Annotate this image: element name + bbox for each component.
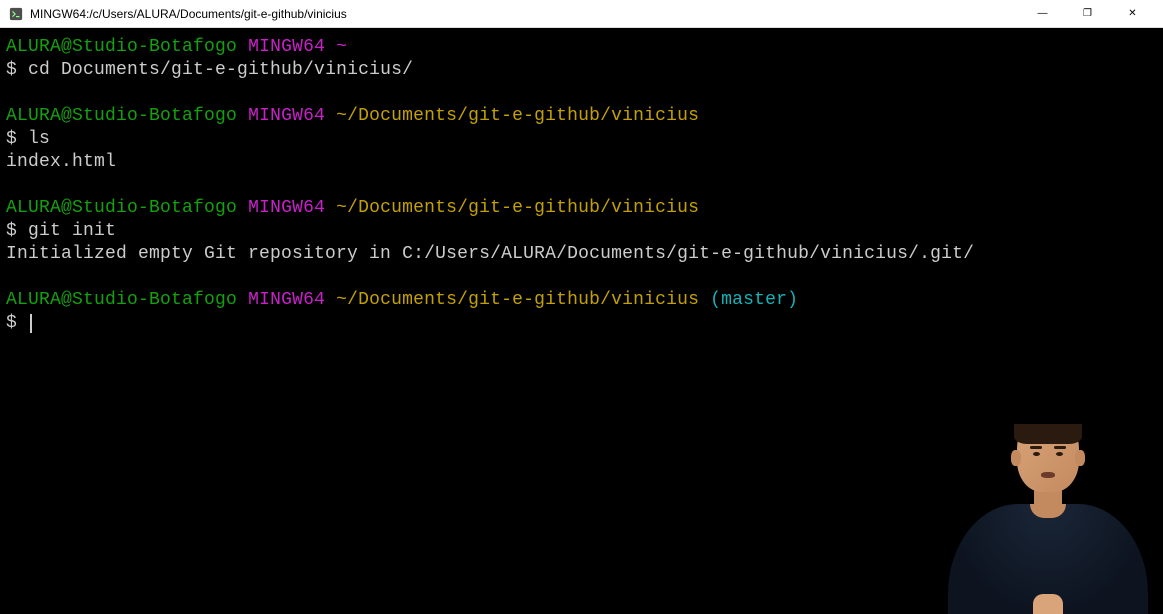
command-line: $ cd Documents/git-e-github/vinicius/ <box>6 59 1157 82</box>
mingw-label: MINGW64 <box>248 290 325 310</box>
mingw-label: MINGW64 <box>248 198 325 218</box>
prompt-dollar: $ <box>6 313 28 333</box>
mingw-label: MINGW64 <box>248 37 325 57</box>
blank-line <box>6 266 1157 289</box>
minimize-button[interactable]: — <box>1020 0 1065 28</box>
path: ~/Documents/git-e-github/vinicius <box>336 198 699 218</box>
prompt-dollar: $ <box>6 221 28 241</box>
user-host: ALURA@Studio-Botafogo <box>6 198 237 218</box>
command-text: cd Documents/git-e-github/vinicius/ <box>28 60 413 80</box>
prompt-dollar: $ <box>6 60 28 80</box>
user-host: ALURA@Studio-Botafogo <box>6 37 237 57</box>
command-line: $ git init <box>6 220 1157 243</box>
prompt-line: ALURA@Studio-Botafogo MINGW64 ~/Document… <box>6 105 1157 128</box>
titlebar-title: MINGW64:/c/Users/ALURA/Documents/git-e-g… <box>30 7 1020 21</box>
output-line: index.html <box>6 151 1157 174</box>
space <box>699 290 710 310</box>
terminal-window: MINGW64:/c/Users/ALURA/Documents/git-e-g… <box>0 0 1163 614</box>
titlebar[interactable]: MINGW64:/c/Users/ALURA/Documents/git-e-g… <box>0 0 1163 28</box>
terminal-body[interactable]: ALURA@Studio-Botafogo MINGW64 ~$ cd Docu… <box>0 28 1163 614</box>
maximize-button[interactable]: ❐ <box>1065 0 1110 28</box>
prompt-dollar: $ <box>6 129 28 149</box>
blank-line <box>6 82 1157 105</box>
user-host: ALURA@Studio-Botafogo <box>6 106 237 126</box>
prompt-line: ALURA@Studio-Botafogo MINGW64 ~/Document… <box>6 289 1157 312</box>
output-line: Initialized empty Git repository in C:/U… <box>6 243 1157 266</box>
presenter-webcam <box>943 424 1153 614</box>
space <box>237 37 248 57</box>
window-controls: — ❐ ✕ <box>1020 0 1155 28</box>
app-icon <box>8 6 24 22</box>
command-line: $ <box>6 312 1157 335</box>
command-line: $ ls <box>6 128 1157 151</box>
branch: (master) <box>710 290 798 310</box>
prompt-line: ALURA@Studio-Botafogo MINGW64 ~ <box>6 36 1157 59</box>
command-text: ls <box>28 129 50 149</box>
prompt-line: ALURA@Studio-Botafogo MINGW64 ~/Document… <box>6 197 1157 220</box>
space <box>237 106 248 126</box>
path: ~/Documents/git-e-github/vinicius <box>336 106 699 126</box>
space <box>325 106 336 126</box>
space <box>237 290 248 310</box>
command-text: git init <box>28 221 116 241</box>
cursor <box>30 314 32 334</box>
path: ~/Documents/git-e-github/vinicius <box>336 290 699 310</box>
path: ~ <box>336 37 347 57</box>
space <box>325 290 336 310</box>
space <box>325 198 336 218</box>
close-button[interactable]: ✕ <box>1110 0 1155 28</box>
space <box>237 198 248 218</box>
user-host: ALURA@Studio-Botafogo <box>6 290 237 310</box>
blank-line <box>6 174 1157 197</box>
space <box>325 37 336 57</box>
mingw-label: MINGW64 <box>248 106 325 126</box>
